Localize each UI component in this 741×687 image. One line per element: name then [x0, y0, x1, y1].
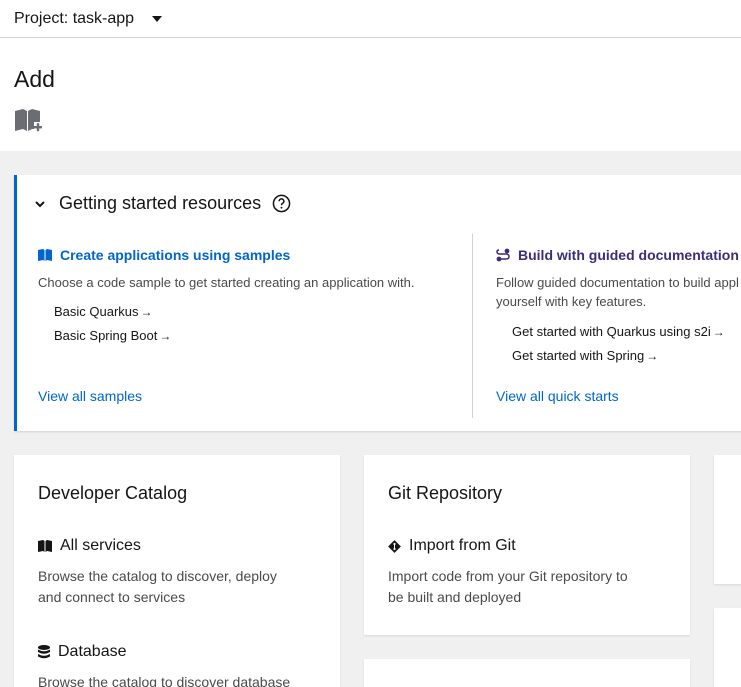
book-open-icon — [38, 540, 52, 552]
view-all-quickstarts-link[interactable]: View all quick starts — [496, 388, 619, 404]
project-label: Project: task-app — [14, 9, 135, 27]
right-tile-partial-2 — [714, 608, 741, 687]
project-selector[interactable]: Project: task-app — [14, 9, 163, 28]
developer-catalog-title: Developer Catalog — [38, 483, 188, 503]
getting-started-header[interactable]: Getting started resources — [35, 193, 291, 214]
samples-title: Create applications using samples — [60, 247, 291, 263]
caret-down-icon — [152, 15, 163, 22]
samples-description: Choose a code sample to get started crea… — [38, 275, 415, 290]
view-all-samples-link[interactable]: View all samples — [38, 388, 142, 404]
route-icon — [496, 248, 510, 262]
database-link[interactable]: Database — [38, 643, 127, 661]
sample-link-basic-spring-boot[interactable]: Basic Spring Boot → — [54, 328, 458, 343]
sample-link-basic-quarkus[interactable]: Basic Quarkus → — [54, 304, 458, 319]
git-repository-title: Git Repository — [388, 483, 503, 503]
book-add-icon[interactable] — [14, 108, 42, 134]
getting-started-card: Getting started resources Create applica… — [14, 175, 741, 431]
page-header: Add — [0, 38, 741, 151]
getting-started-title: Getting started resources — [59, 193, 262, 213]
git-icon — [388, 539, 401, 553]
book-open-icon — [38, 249, 52, 261]
quickstart-link-quarkus-s2i[interactable]: Get started with Quarkus using s2i → — [512, 324, 741, 339]
quickstarts-title: Build with guided documentation — [518, 247, 739, 263]
chevron-down-icon[interactable] — [35, 199, 45, 209]
quickstarts-title-link[interactable]: Build with guided documentation — [496, 247, 741, 263]
page-title: Add — [14, 66, 55, 92]
database-icon — [38, 645, 50, 659]
quickstarts-description: Follow guided documentation to build app… — [496, 275, 739, 309]
git-repository-tile: Git Repository Import from Git Import co… — [364, 455, 690, 635]
help-icon[interactable] — [272, 194, 291, 213]
all-services-link[interactable]: All services — [38, 537, 141, 555]
samples-column: Create applications using samples Choose… — [38, 247, 458, 343]
quickstarts-column: Build with guided documentation Follow g… — [496, 247, 741, 363]
column-divider — [472, 234, 473, 418]
all-services-description: Browse the catalog to discover, deploy a… — [38, 568, 277, 605]
arrow-right-icon: → — [159, 329, 172, 343]
quickstart-link-spring[interactable]: Get started with Spring → — [512, 348, 741, 363]
right-tile-partial — [714, 455, 741, 584]
arrow-right-icon: → — [140, 305, 153, 319]
import-from-git-description: Import code from your Git repository to … — [388, 568, 628, 605]
samples-title-link[interactable]: Create applications using samples — [38, 247, 458, 263]
database-description: Browse the catalog to discover database — [38, 674, 291, 687]
developer-catalog-tile: Developer Catalog All services Browse th… — [14, 455, 340, 687]
import-from-git-link[interactable]: Import from Git — [388, 537, 516, 555]
arrow-right-icon: → — [712, 325, 725, 339]
project-bar: Project: task-app — [0, 0, 741, 38]
arrow-right-icon: → — [646, 349, 659, 363]
next-tile — [364, 659, 690, 687]
